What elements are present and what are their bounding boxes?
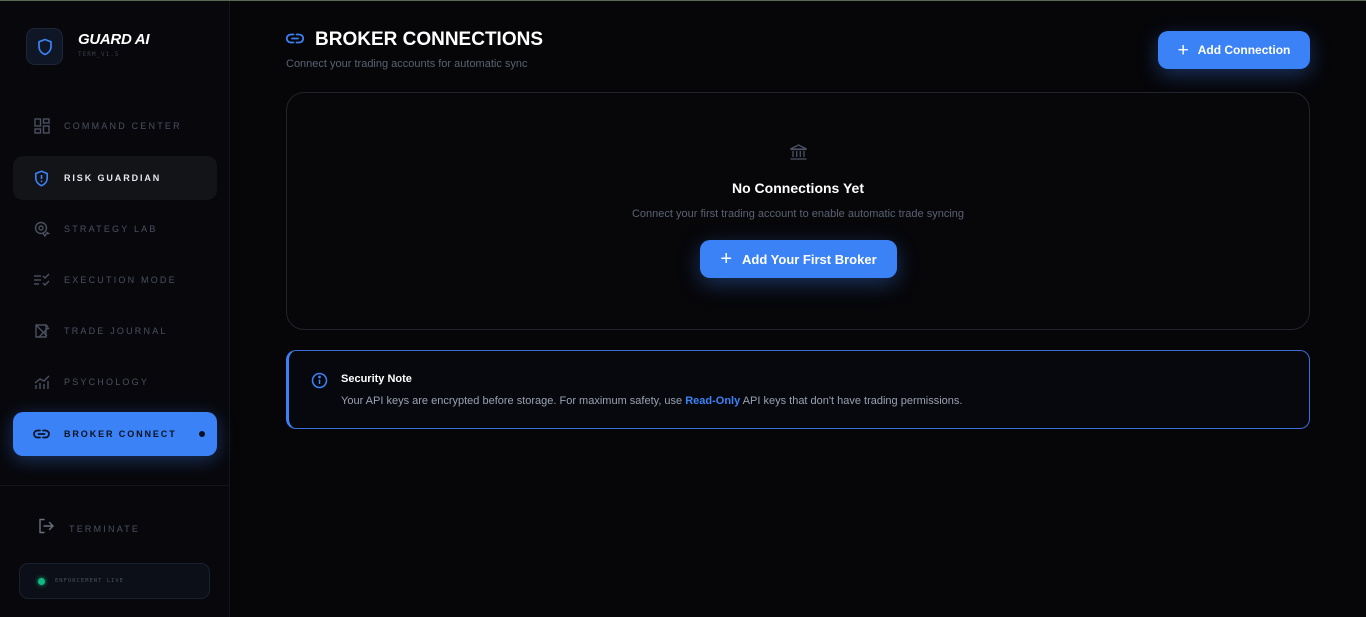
sidebar-item-execution-mode[interactable]: EXECUTION MODE <box>13 258 217 302</box>
journal-icon <box>33 323 50 340</box>
checklist-icon <box>33 272 50 289</box>
sidebar-item-risk-guardian[interactable]: RISK GUARDIAN <box>13 156 217 200</box>
sidebar-item-strategy-lab[interactable]: STRATEGY LAB <box>13 207 217 251</box>
security-note: Security Note Your API keys are encrypte… <box>286 350 1310 429</box>
link-icon <box>33 426 50 443</box>
active-indicator-dot <box>199 431 205 437</box>
shield-logo-icon <box>26 28 63 65</box>
shield-alert-icon <box>33 170 50 187</box>
sidebar-item-command-center[interactable]: COMMAND CENTER <box>13 104 217 148</box>
page-subtitle: Connect your trading accounts for automa… <box>286 58 528 70</box>
add-first-broker-button[interactable]: + Add Your First Broker <box>700 240 897 278</box>
sidebar: GUARD AI TERM_V1.5 COMMAND CENTER RISK G… <box>0 1 230 617</box>
terminate-button[interactable]: TERMINATE <box>38 518 140 539</box>
enforcement-status: ENFORCEMENT LIVE <box>19 563 210 599</box>
plus-icon: + <box>1177 39 1189 61</box>
plus-icon: + <box>720 248 733 270</box>
sidebar-item-label: RISK GUARDIAN <box>64 173 162 183</box>
sidebar-item-label: PSYCHOLOGY <box>64 377 150 387</box>
sidebar-item-label: BROKER CONNECT <box>64 429 177 439</box>
logout-icon <box>38 518 55 539</box>
sidebar-item-broker-connect[interactable]: BROKER CONNECT <box>13 412 217 456</box>
brand: GUARD AI TERM_V1.5 <box>26 28 150 65</box>
sidebar-item-label: EXECUTION MODE <box>64 275 177 285</box>
security-note-text-before: Your API keys are encrypted before stora… <box>341 395 686 407</box>
link-icon <box>285 31 305 49</box>
sidebar-item-psychology[interactable]: PSYCHOLOGY <box>13 360 217 404</box>
empty-state-description: Connect your first trading account to en… <box>631 208 965 220</box>
terminate-label: TERMINATE <box>69 523 141 534</box>
dashboard-grid-icon <box>33 118 50 135</box>
page-header: BROKER CONNECTIONS Connect your trading … <box>285 29 544 70</box>
sidebar-item-label: TRADE JOURNAL <box>64 326 168 336</box>
brand-name: GUARD AI <box>78 31 150 48</box>
bank-icon <box>789 144 808 166</box>
sidebar-item-label: STRATEGY LAB <box>64 224 158 234</box>
empty-state-card: No Connections Yet Connect your first tr… <box>286 92 1310 330</box>
chart-bars-icon <box>33 374 50 391</box>
security-note-text-after: API keys that don't have trading permiss… <box>740 395 963 407</box>
add-connection-label: Add Connection <box>1197 43 1291 57</box>
info-icon <box>311 372 328 394</box>
security-note-text: Your API keys are encrypted before stora… <box>341 395 962 407</box>
empty-state-title: No Connections Yet <box>732 180 864 196</box>
add-first-broker-label: Add Your First Broker <box>742 251 877 267</box>
security-note-title: Security Note <box>341 373 412 385</box>
brand-version: TERM_V1.5 <box>78 51 120 58</box>
read-only-highlight: Read-Only <box>685 395 741 407</box>
target-gear-icon <box>33 221 50 238</box>
add-connection-button[interactable]: + Add Connection <box>1158 31 1310 69</box>
enforcement-status-label: ENFORCEMENT LIVE <box>55 578 124 584</box>
sidebar-divider <box>0 485 230 486</box>
sidebar-item-label: COMMAND CENTER <box>64 121 182 131</box>
sidebar-item-trade-journal[interactable]: TRADE JOURNAL <box>13 309 217 353</box>
status-live-dot <box>38 577 45 585</box>
page-title: BROKER CONNECTIONS <box>315 29 544 50</box>
